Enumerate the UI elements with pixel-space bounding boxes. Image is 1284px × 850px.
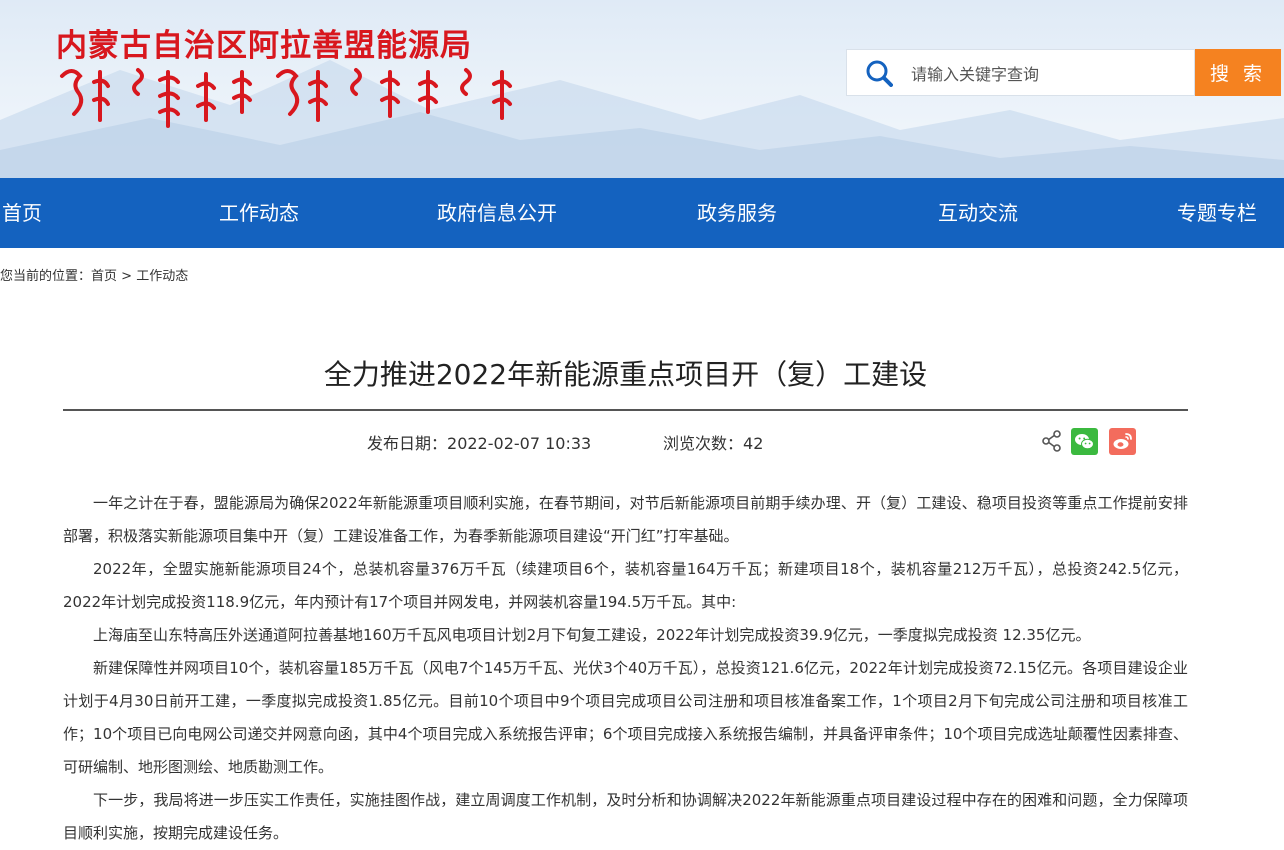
publish-date: 发布日期：2022-02-07 10:33 [367,430,591,454]
publish-date-value: 2022-02-07 10:33 [447,434,592,453]
nav-item-interaction[interactable]: 互动交流 [938,178,1018,248]
title-divider [63,409,1188,411]
article-paragraph: 新建保障性并网项目10个，装机容量185万千瓦（风电7个145万千瓦、光伏3个4… [63,659,1188,776]
search-input[interactable] [909,58,1183,90]
breadcrumb: 您当前的位置：首页 > 工作动态 [0,265,188,284]
site-header: 内蒙古自治区阿拉善盟能源局 搜 索 [0,0,1284,178]
search-box [846,49,1195,96]
nav-item-topics[interactable]: 专题专栏 [1177,178,1257,248]
article-title: 全力推进2022年新能源重点项目开（复）工建设 [323,358,928,391]
mongolian-script-logo [60,68,512,128]
wechat-share-button[interactable] [1071,428,1098,455]
views-value: 42 [743,434,764,453]
article-paragraph: 下一步，我局将进一步压实工作责任，实施挂图作战，建立周调度工作机制，及时分析和协… [63,791,1188,842]
article-paragraph: 2022年，全盟实施新能源项目24个，总装机容量376万千瓦（续建项目6个，装机… [63,560,1188,611]
breadcrumb-current[interactable]: 工作动态 [136,269,188,284]
weibo-icon [1113,433,1132,449]
nav-item-home[interactable]: 首页 [2,178,42,248]
nav-item-gov-service[interactable]: 政务服务 [697,178,777,248]
article-paragraph: 上海庙至山东特高压外送通道阿拉善基地160万千瓦风电项目计划2月下旬复工建设，2… [93,626,1091,644]
breadcrumb-prefix: 您当前的位置： [0,269,92,284]
wechat-icon [1075,434,1094,450]
views-label: 浏览次数： [663,434,744,453]
view-count: 浏览次数：42 [663,430,763,454]
breadcrumb-separator: > [121,269,133,284]
site-title: 内蒙古自治区阿拉善盟能源局 [56,28,472,64]
weibo-share-button[interactable] [1109,428,1136,455]
article-paragraph: 一年之计在于春，盟能源局为确保2022年新能源重项目顺利实施，在春节期间，对节后… [63,494,1188,545]
search-button[interactable]: 搜 索 [1195,49,1281,96]
nav-item-gov-info[interactable]: 政府信息公开 [437,178,557,248]
breadcrumb-home[interactable]: 首页 [91,269,117,284]
search-icon[interactable] [865,59,893,87]
nav-item-work-news[interactable]: 工作动态 [219,178,299,248]
main-nav: 首页 工作动态 政府信息公开 政务服务 互动交流 专题专栏 [0,178,1284,248]
share-icon[interactable] [1042,430,1062,452]
article-content: 一年之计在于春，盟能源局为确保2022年新能源重项目顺利实施，在春节期间，对节后… [63,487,1188,850]
publish-label: 发布日期： [367,434,448,453]
